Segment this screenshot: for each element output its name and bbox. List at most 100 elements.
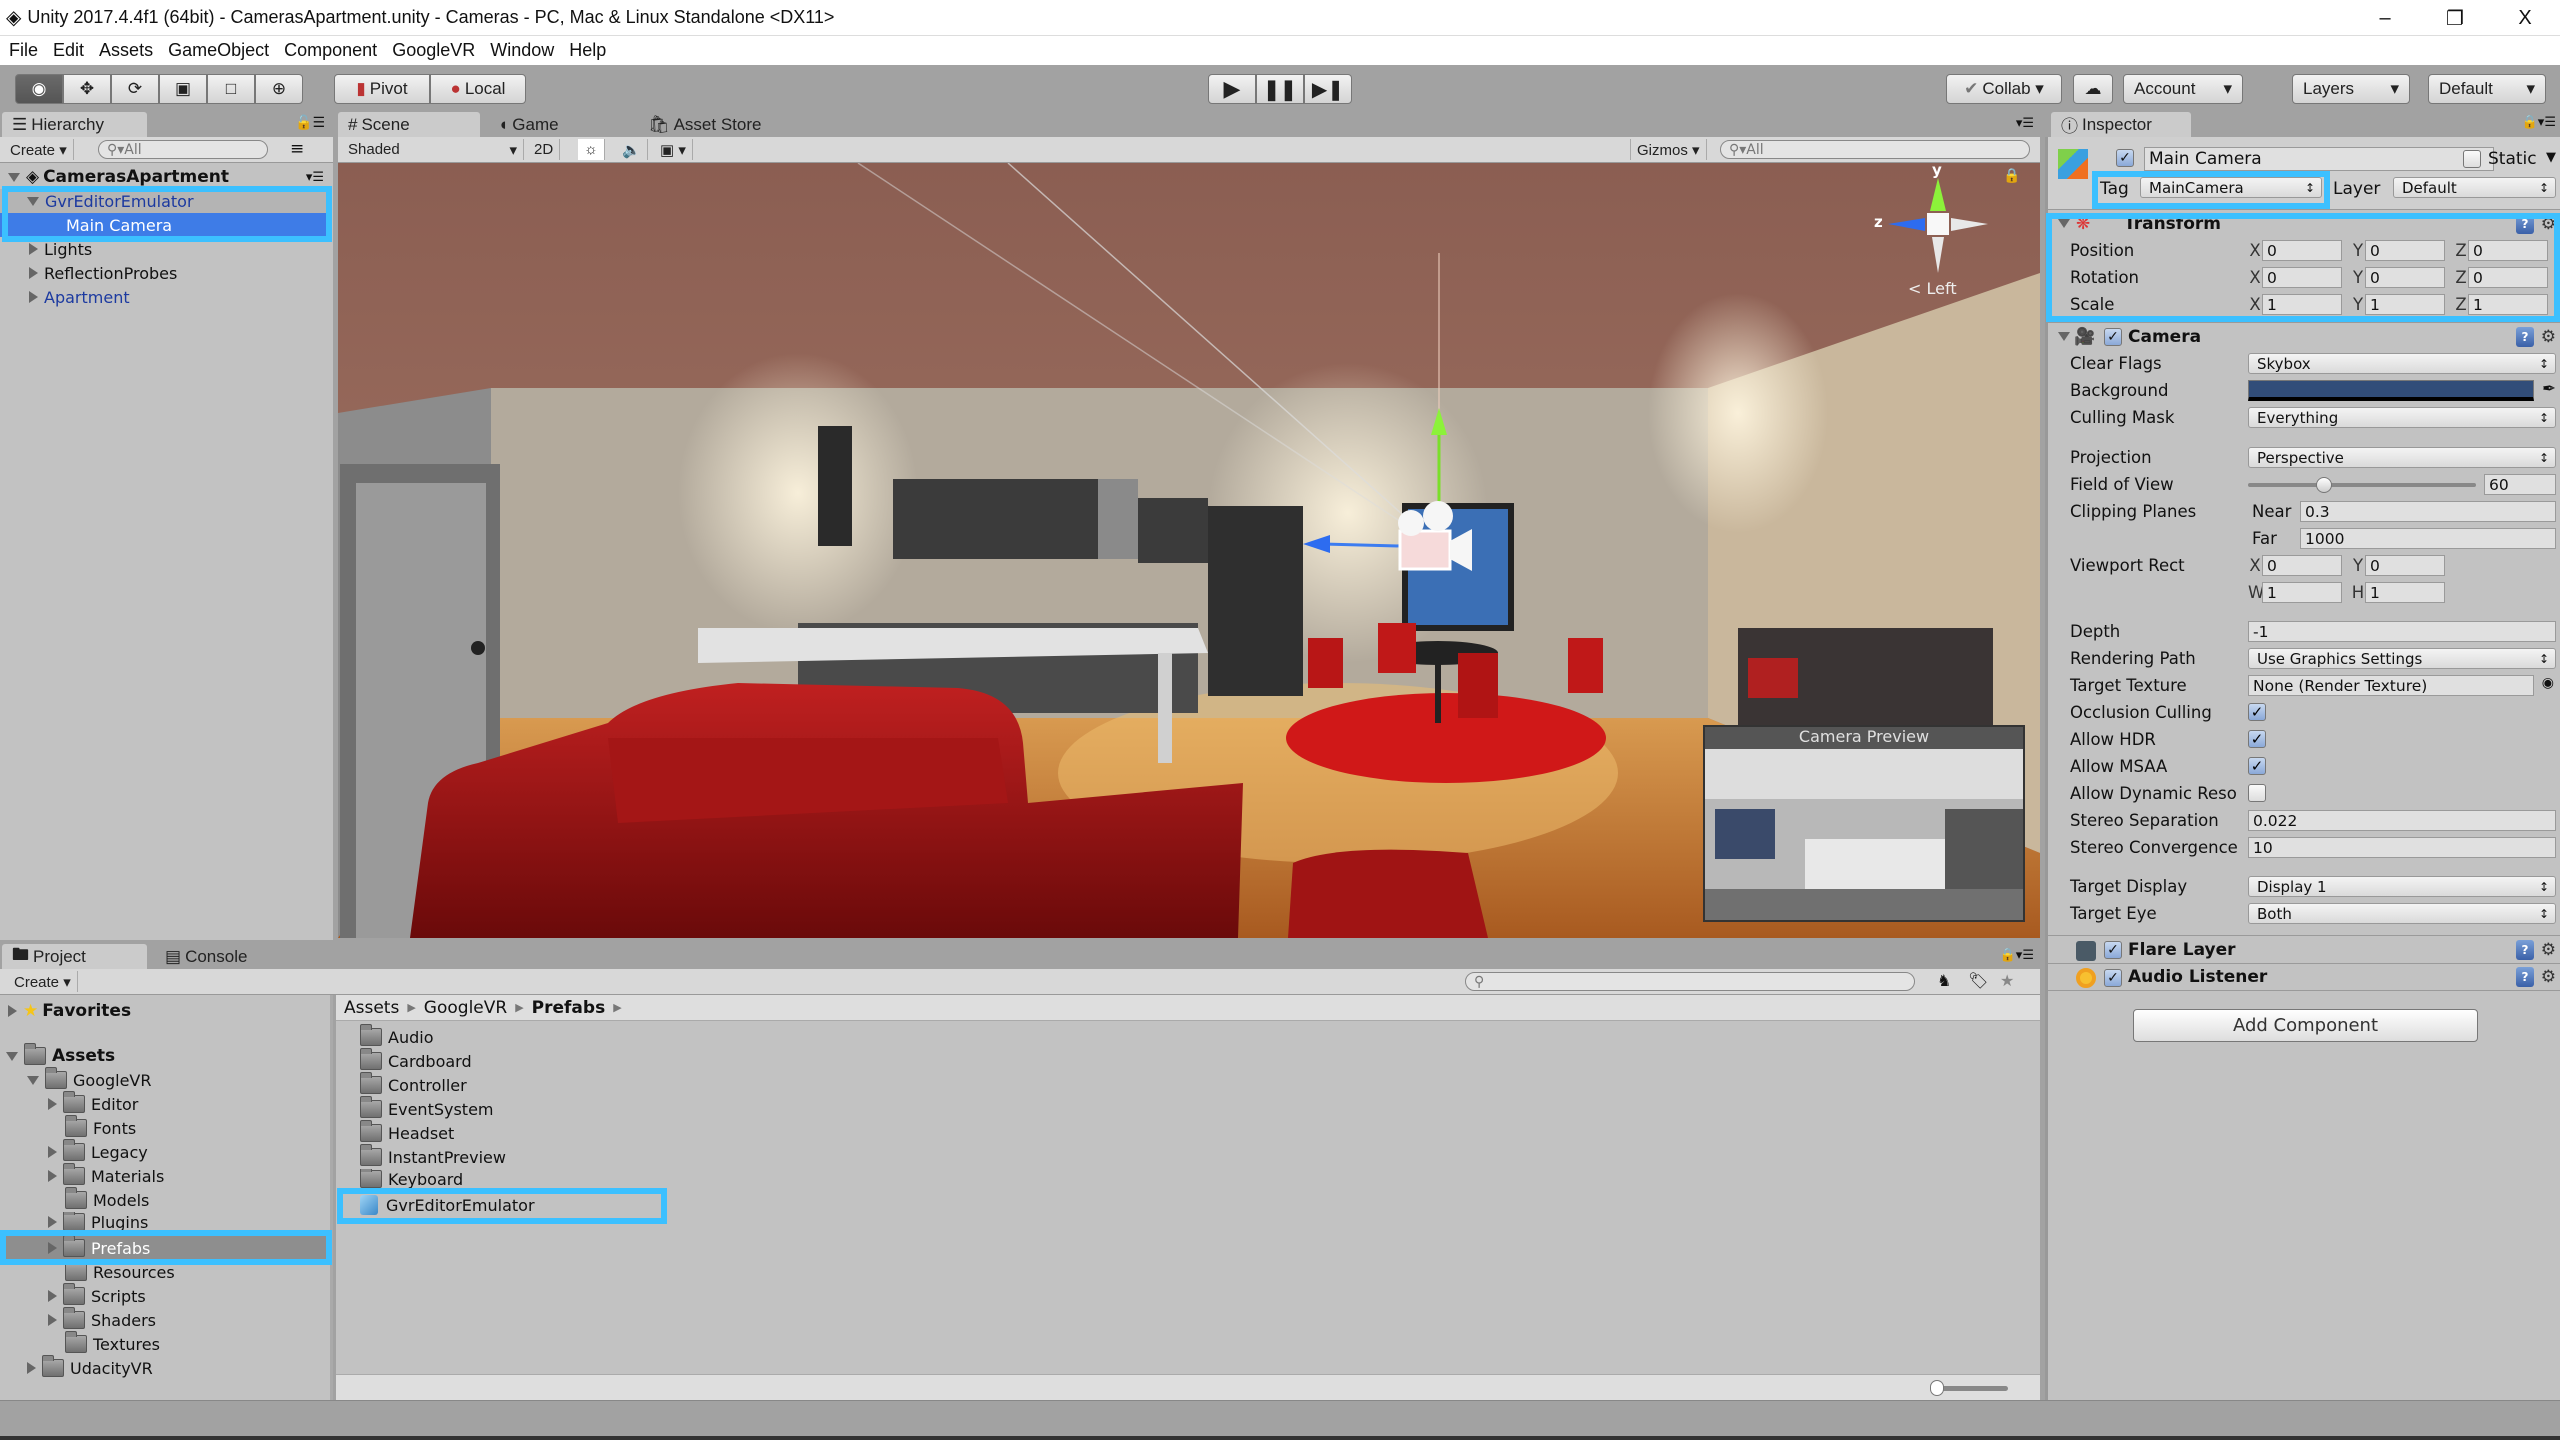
hdr-checkbox[interactable]: ✓ bbox=[2248, 730, 2266, 748]
dynamic-resolution-checkbox[interactable] bbox=[2248, 784, 2266, 802]
menu-googlevr[interactable]: GoogleVR bbox=[392, 40, 475, 61]
lock-menu-icon[interactable]: 🔓☰ bbox=[295, 115, 325, 131]
tree-item-models[interactable]: Models bbox=[65, 1187, 149, 1212]
layer-dropdown[interactable]: Default bbox=[2393, 177, 2556, 198]
background-color-field[interactable] bbox=[2248, 380, 2534, 401]
active-checkbox[interactable]: ✓ bbox=[2116, 149, 2134, 167]
create-dropdown[interactable]: Create ▾ bbox=[4, 139, 74, 160]
flare-layer-header[interactable]: ✓ Flare Layer ? ⚙ bbox=[2048, 935, 2560, 963]
lock-icon[interactable]: 🔒 bbox=[2003, 168, 2020, 184]
fov-slider-handle[interactable] bbox=[2315, 477, 2332, 493]
projection-dropdown[interactable]: Perspective bbox=[2248, 447, 2556, 468]
gear-icon[interactable]: ⚙ bbox=[2541, 940, 2556, 960]
flare-layer-checkbox[interactable]: ✓ bbox=[2104, 941, 2122, 959]
target-texture-field[interactable]: None (Render Texture) bbox=[2248, 675, 2534, 696]
tree-item-scripts[interactable]: Scripts bbox=[48, 1283, 146, 1308]
favorites-item[interactable]: ★ Favorites bbox=[8, 999, 131, 1023]
clear-flags-dropdown[interactable]: Skybox bbox=[2248, 353, 2556, 374]
stereo-separation-input[interactable]: 0.022 bbox=[2248, 810, 2556, 831]
help-icon[interactable]: ? bbox=[2516, 939, 2534, 960]
transform-header[interactable]: ❋ Transform ? ⚙ bbox=[2048, 209, 2560, 237]
tree-item-fonts[interactable]: Fonts bbox=[65, 1115, 136, 1140]
tree-item-materials[interactable]: Materials bbox=[48, 1163, 164, 1188]
icon-size-slider[interactable] bbox=[1936, 1386, 2008, 1391]
gear-icon[interactable]: ⚙ bbox=[2541, 327, 2556, 347]
asset-folder-audio[interactable]: Audio bbox=[360, 1024, 433, 1049]
viewport-x-input[interactable]: 0 bbox=[2262, 555, 2342, 576]
chevron-down-icon[interactable]: ▼ bbox=[2546, 150, 2556, 165]
asset-folder-eventsystem[interactable]: EventSystem bbox=[360, 1096, 494, 1121]
tree-item-textures[interactable]: Textures bbox=[65, 1331, 160, 1356]
tree-item-legacy[interactable]: Legacy bbox=[48, 1139, 148, 1164]
add-component-button[interactable]: Add Component bbox=[2133, 1009, 2478, 1042]
eyedropper-icon[interactable]: ✒ bbox=[2542, 379, 2556, 398]
position-x-input[interactable]: 0 bbox=[2262, 240, 2342, 261]
near-input[interactable]: 0.3 bbox=[2300, 501, 2556, 522]
filter-type-icon[interactable]: ♞ bbox=[1937, 971, 1951, 990]
hierarchy-item-lights[interactable]: Lights bbox=[0, 237, 92, 261]
camera-header[interactable]: 🎥 ✓ Camera ? ⚙ bbox=[2048, 322, 2560, 350]
rendering-path-dropdown[interactable]: Use Graphics Settings bbox=[2248, 648, 2556, 669]
breadcrumb-prefabs[interactable]: Prefabs bbox=[532, 998, 606, 1018]
icon-size-slider-handle[interactable] bbox=[1930, 1380, 1944, 1396]
tab-project[interactable]: 🖿 Project bbox=[2, 944, 147, 969]
gear-icon[interactable]: ⚙ bbox=[2541, 214, 2556, 234]
asset-prefab-gvreditoremulator[interactable]: GvrEditorEmulator bbox=[360, 1193, 535, 1217]
far-input[interactable]: 1000 bbox=[2300, 528, 2556, 549]
tree-item-assets[interactable]: Assets bbox=[6, 1043, 115, 1068]
project-search-input[interactable]: ⚲ bbox=[1465, 972, 1915, 991]
orientation-gizmo[interactable]: y z < Left 🔒 bbox=[1874, 163, 2030, 323]
hierarchy-search-input[interactable]: ⚲▾ All bbox=[98, 140, 268, 159]
tree-item-prefabs[interactable]: Prefabs bbox=[5, 1235, 327, 1260]
view-label[interactable]: < Left bbox=[1908, 279, 1957, 298]
minimize-button[interactable]: – bbox=[2350, 0, 2420, 36]
move-tool-button[interactable]: ✥ bbox=[63, 74, 111, 104]
tree-item-shaders[interactable]: Shaders bbox=[48, 1307, 156, 1332]
depth-input[interactable]: -1 bbox=[2248, 621, 2556, 642]
menu-icon[interactable]: ▾☰ bbox=[306, 170, 324, 185]
object-name-input[interactable]: Main Camera bbox=[2144, 147, 2494, 171]
asset-folder-instantpreview[interactable]: InstantPreview bbox=[360, 1144, 506, 1169]
tab-hierarchy[interactable]: ☰ Hierarchy bbox=[2, 112, 147, 137]
step-button[interactable]: ▶❚ bbox=[1304, 74, 1352, 104]
rotation-x-input[interactable]: 0 bbox=[2262, 267, 2342, 288]
position-y-input[interactable]: 0 bbox=[2365, 240, 2445, 261]
audio-listener-checkbox[interactable]: ✓ bbox=[2104, 969, 2122, 987]
menu-window[interactable]: Window bbox=[490, 40, 554, 61]
local-button[interactable]: ● Local bbox=[430, 74, 526, 104]
lock-menu-icon[interactable]: 🔒▾☰ bbox=[2522, 115, 2556, 130]
favorite-star-icon[interactable]: ★ bbox=[2000, 971, 2014, 990]
menu-help[interactable]: Help bbox=[569, 40, 606, 61]
tab-game[interactable]: ◖ Game bbox=[488, 112, 559, 137]
help-icon[interactable]: ? bbox=[2516, 213, 2534, 234]
asset-folder-headset[interactable]: Headset bbox=[360, 1120, 454, 1145]
help-icon[interactable]: ? bbox=[2516, 967, 2534, 987]
rect-tool-button[interactable]: □ bbox=[207, 74, 255, 104]
asset-folder-controller[interactable]: Controller bbox=[360, 1072, 467, 1097]
pause-button[interactable]: ❚❚ bbox=[1256, 74, 1304, 104]
menu-file[interactable]: File bbox=[9, 40, 38, 61]
menu-gameobject[interactable]: GameObject bbox=[168, 40, 269, 61]
asset-folder-keyboard[interactable]: Keyboard bbox=[360, 1169, 463, 1189]
scale-z-input[interactable]: 1 bbox=[2468, 294, 2548, 315]
tab-scene[interactable]: # Scene bbox=[338, 112, 480, 137]
scale-x-input[interactable]: 1 bbox=[2262, 294, 2342, 315]
play-button[interactable]: ▶ bbox=[1208, 74, 1256, 104]
gizmos-dropdown[interactable]: Gizmos ▾ bbox=[1630, 139, 1707, 160]
effects-dropdown[interactable]: ▣ ▾ bbox=[654, 139, 693, 160]
menu-assets[interactable]: Assets bbox=[99, 40, 153, 61]
account-dropdown[interactable]: Account ▾ bbox=[2123, 74, 2243, 104]
tree-item-editor[interactable]: Editor bbox=[48, 1091, 138, 1116]
breadcrumb-assets[interactable]: Assets bbox=[344, 998, 399, 1018]
rotate-tool-button[interactable]: ⟳ bbox=[111, 74, 159, 104]
restore-button[interactable]: ❐ bbox=[2420, 0, 2490, 36]
hierarchy-item-gvreditoremulator[interactable]: GvrEditorEmulator bbox=[0, 189, 328, 213]
filter-label-icon[interactable]: 🏷 bbox=[1968, 971, 1988, 990]
hierarchy-item-main-camera[interactable]: Main Camera bbox=[0, 213, 328, 237]
tab-console[interactable]: ▤ Console bbox=[155, 944, 247, 969]
fov-input[interactable]: 60 bbox=[2484, 474, 2556, 495]
breadcrumb-googlevr[interactable]: GoogleVR bbox=[424, 998, 507, 1018]
cloud-button[interactable]: ☁ bbox=[2073, 74, 2113, 104]
tree-item-udacityvr[interactable]: UdacityVR bbox=[27, 1355, 153, 1380]
rotation-y-input[interactable]: 0 bbox=[2365, 267, 2445, 288]
